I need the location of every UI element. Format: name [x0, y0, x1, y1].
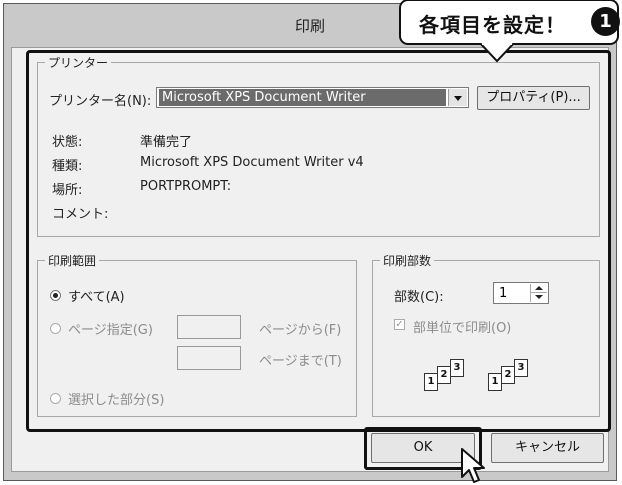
- cancel-button[interactable]: キャンセル: [491, 433, 604, 463]
- callout-bubble: 各項目を設定！: [399, 0, 619, 45]
- callout-pointer-icon: [480, 43, 514, 63]
- mouse-cursor-icon: [461, 448, 485, 483]
- step-number-badge: 1: [591, 7, 620, 36]
- callout-text: 各項目を設定！: [419, 13, 566, 37]
- settings-highlight-frame: [26, 50, 611, 432]
